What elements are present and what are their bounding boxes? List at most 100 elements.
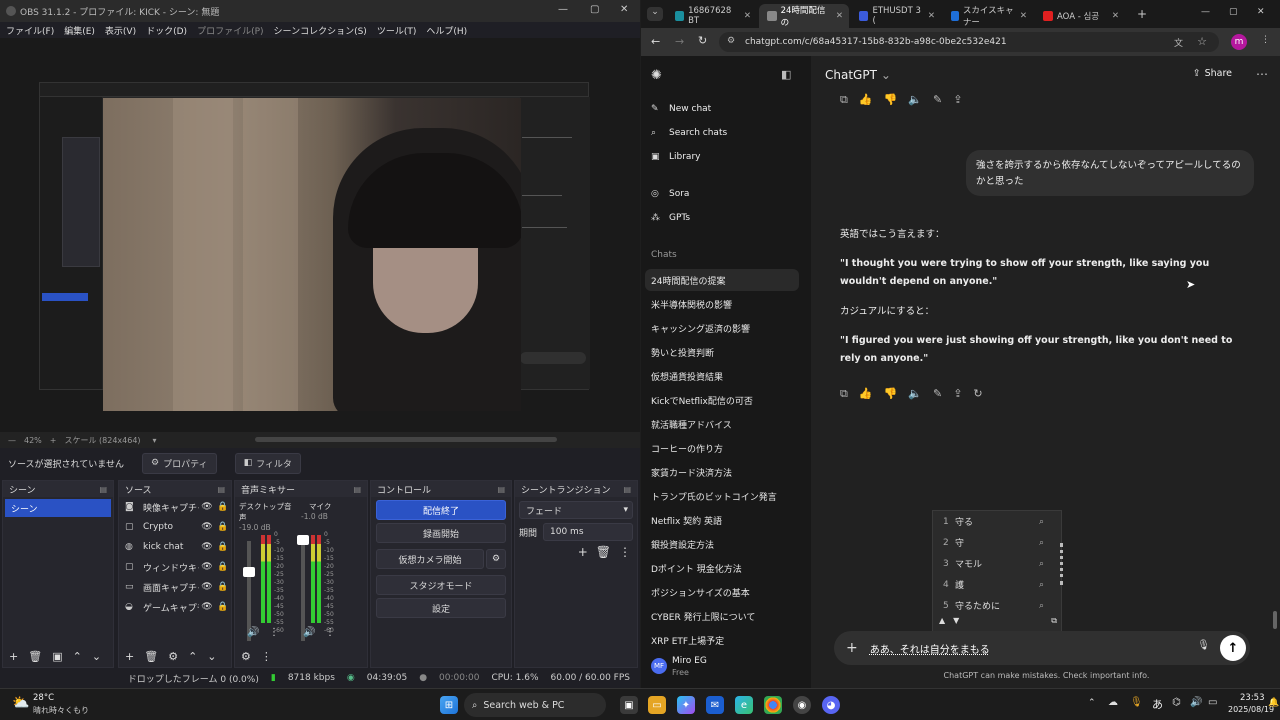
chat-history-item[interactable]: 銀投資設定方法 (645, 533, 799, 555)
user-avatar[interactable]: MF (651, 658, 667, 674)
reload-icon[interactable]: ↻ (698, 34, 707, 47)
dock-menu-icon[interactable]: ▤ (217, 485, 225, 494)
dock-menu-icon[interactable]: ▤ (497, 485, 505, 494)
scrollbar[interactable] (1273, 611, 1277, 629)
copilot-icon[interactable]: ✦ (677, 696, 695, 714)
search-icon[interactable]: ⌕ (1039, 559, 1061, 569)
zoom-in-icon[interactable]: + (50, 436, 57, 445)
chat-history-item[interactable]: ポジションサイズの基本 (645, 581, 799, 603)
transition-type-select[interactable]: フェード ▾ (519, 501, 633, 519)
search-icon[interactable]: ⌕ (1039, 580, 1061, 590)
minimize-icon[interactable]: — (1201, 7, 1210, 17)
chat-history-item[interactable]: 24時間配信の提案 (645, 269, 799, 291)
plus-icon[interactable]: + (846, 640, 858, 656)
copy-icon[interactable]: ⧉ (840, 387, 848, 401)
source-item[interactable]: ◍ kick chat 👁 🔒 (119, 537, 231, 557)
obs-taskbar-icon[interactable]: ◉ (793, 696, 811, 714)
more-icon[interactable]: ⋮ (269, 627, 279, 638)
fader-handle[interactable] (243, 567, 255, 577)
eye-icon[interactable]: 👁 (199, 542, 215, 552)
tab-search-icon[interactable]: ⌄ (647, 7, 663, 21)
sidebar-item-library[interactable]: ▣ Library (651, 152, 700, 162)
obs-preview[interactable] (0, 38, 640, 432)
chat-history-item[interactable]: コーヒーの作り方 (645, 437, 799, 459)
menu-profile[interactable]: プロファイル(P) (197, 24, 263, 37)
source-item[interactable]: ◙ 映像キャプチャデバイス👁🔒 (119, 497, 231, 517)
filters-button[interactable]: ◧ フィルタ (234, 452, 301, 474)
browser-tab[interactable]: 24時間配信の ✕ (759, 4, 849, 28)
bookmark-star-icon[interactable]: ☆ (1197, 35, 1207, 48)
ime-candidate[interactable]: 2 守 ⌕ (933, 532, 1061, 553)
weather-temp[interactable]: 28°C (33, 693, 54, 703)
studio-mode-button[interactable]: スタジオモード (376, 575, 506, 595)
browser-tab[interactable]: AOA - 심공 ✕ (1035, 4, 1125, 28)
edge-icon[interactable]: e (735, 696, 753, 714)
sidebar-item-sora[interactable]: ◎ Sora (651, 189, 689, 199)
menu-edit[interactable]: 編集(E) (64, 24, 95, 37)
start-virtual-camera-button[interactable]: 仮想カメラ開始 (376, 549, 484, 569)
more-icon[interactable]: ⋮ (261, 650, 272, 663)
prompt-text[interactable]: ああ、それは自分をまもる (870, 641, 990, 656)
trash-icon[interactable]: 🗑 (596, 545, 611, 559)
search-icon[interactable]: ⌕ (1039, 601, 1061, 611)
sidebar-item-new-chat[interactable]: ✎ New chat (651, 104, 711, 114)
preview-scrollbar[interactable] (255, 437, 557, 442)
ime-candidate[interactable]: 4 護 ⌕ (933, 574, 1061, 595)
source-item[interactable]: ◒ ゲームキャプチャ👁🔒 (119, 597, 231, 617)
translate-icon[interactable]: 文 (1174, 36, 1183, 49)
copy-icon[interactable]: ⧉ (840, 93, 848, 107)
search-icon[interactable]: ⌕ (1039, 538, 1061, 548)
add-icon[interactable]: + (578, 545, 588, 559)
onedrive-icon[interactable]: ☁ (1108, 697, 1118, 708)
close-icon[interactable]: ✕ (1257, 7, 1265, 17)
regenerate-icon[interactable]: ↻ (973, 387, 982, 401)
browser-tab[interactable]: スカイスキャナー ✕ (943, 4, 1033, 28)
fader-handle[interactable] (297, 535, 309, 545)
forward-icon[interactable]: → (675, 35, 684, 48)
browser-tab[interactable]: 16867628 BT ✕ (667, 4, 757, 28)
lock-icon[interactable]: 🔒 (215, 562, 231, 572)
chat-history-item[interactable]: XRP ETF上場予定 (645, 629, 799, 651)
tab-close-icon[interactable]: ✕ (1020, 11, 1027, 21)
tab-close-icon[interactable]: ✕ (928, 11, 935, 21)
close-icon[interactable]: ✕ (620, 4, 628, 15)
chat-history-item[interactable]: Netflix 契約 英語 (645, 509, 799, 531)
zoom-out-icon[interactable]: — (8, 436, 16, 445)
move-up-icon[interactable]: ⌃ (73, 650, 82, 663)
trash-icon[interactable]: 🗑 (144, 650, 158, 663)
dock-menu-icon[interactable]: ▤ (353, 485, 361, 494)
chat-history-item[interactable]: 仮想通貨投資結果 (645, 365, 799, 387)
scale-dropdown-icon[interactable]: ▾ (153, 436, 157, 445)
read-aloud-icon[interactable]: 🔈 (908, 93, 922, 107)
ime-expand-icon[interactable]: ⧉ (1051, 616, 1057, 626)
speaker-icon[interactable]: 🔊 (303, 627, 315, 638)
add-icon[interactable]: + (125, 650, 134, 663)
menu-scene-collection[interactable]: シーンコレクション(S) (274, 24, 367, 37)
settings-button[interactable]: 設定 (376, 598, 506, 618)
eye-icon[interactable]: 👁 (199, 602, 215, 612)
tab-close-icon[interactable]: ✕ (836, 11, 843, 21)
menu-file[interactable]: ファイル(F) (6, 24, 54, 37)
url-input[interactable]: ⚙ chatgpt.com/c/68a45317-15b8-832b-a98c-… (719, 32, 1219, 52)
sidebar-item-gpts[interactable]: ⁂ GPTs (651, 213, 690, 223)
mixer-settings-icon[interactable]: ⚙ (241, 650, 251, 663)
chat-history-item[interactable]: CYBER 発行上限について (645, 605, 799, 627)
thumbs-down-icon[interactable]: 👎 (884, 93, 898, 107)
menu-help[interactable]: ヘルプ(H) (426, 24, 467, 37)
eye-icon[interactable]: 👁 (199, 582, 215, 592)
lock-icon[interactable]: 🔒 (215, 582, 231, 592)
maximize-icon[interactable]: ▢ (1229, 7, 1238, 17)
send-button[interactable]: ↑ (1220, 635, 1246, 661)
ime-candidate[interactable]: 3 マモル ⌕ (933, 553, 1061, 574)
gear-icon[interactable]: ⚙ (168, 650, 178, 663)
speaker-icon[interactable]: 🔊 (247, 627, 259, 638)
ime-prev-icon[interactable]: ▲ (939, 616, 945, 626)
lock-icon[interactable]: 🔒 (215, 522, 231, 532)
source-item[interactable]: ▢ Crypto 👁 🔒 (119, 517, 231, 537)
volume-icon[interactable]: 🔊 (1190, 697, 1202, 708)
more-icon[interactable]: ⋯ (1256, 67, 1268, 81)
network-icon[interactable]: ⌬ (1172, 697, 1181, 708)
add-icon[interactable]: + (9, 650, 18, 663)
properties-button[interactable]: ⚙ プロパティ (142, 452, 217, 474)
prompt-input[interactable]: + ああ、それは自分をまもる 🎙 ↑ (834, 631, 1250, 665)
